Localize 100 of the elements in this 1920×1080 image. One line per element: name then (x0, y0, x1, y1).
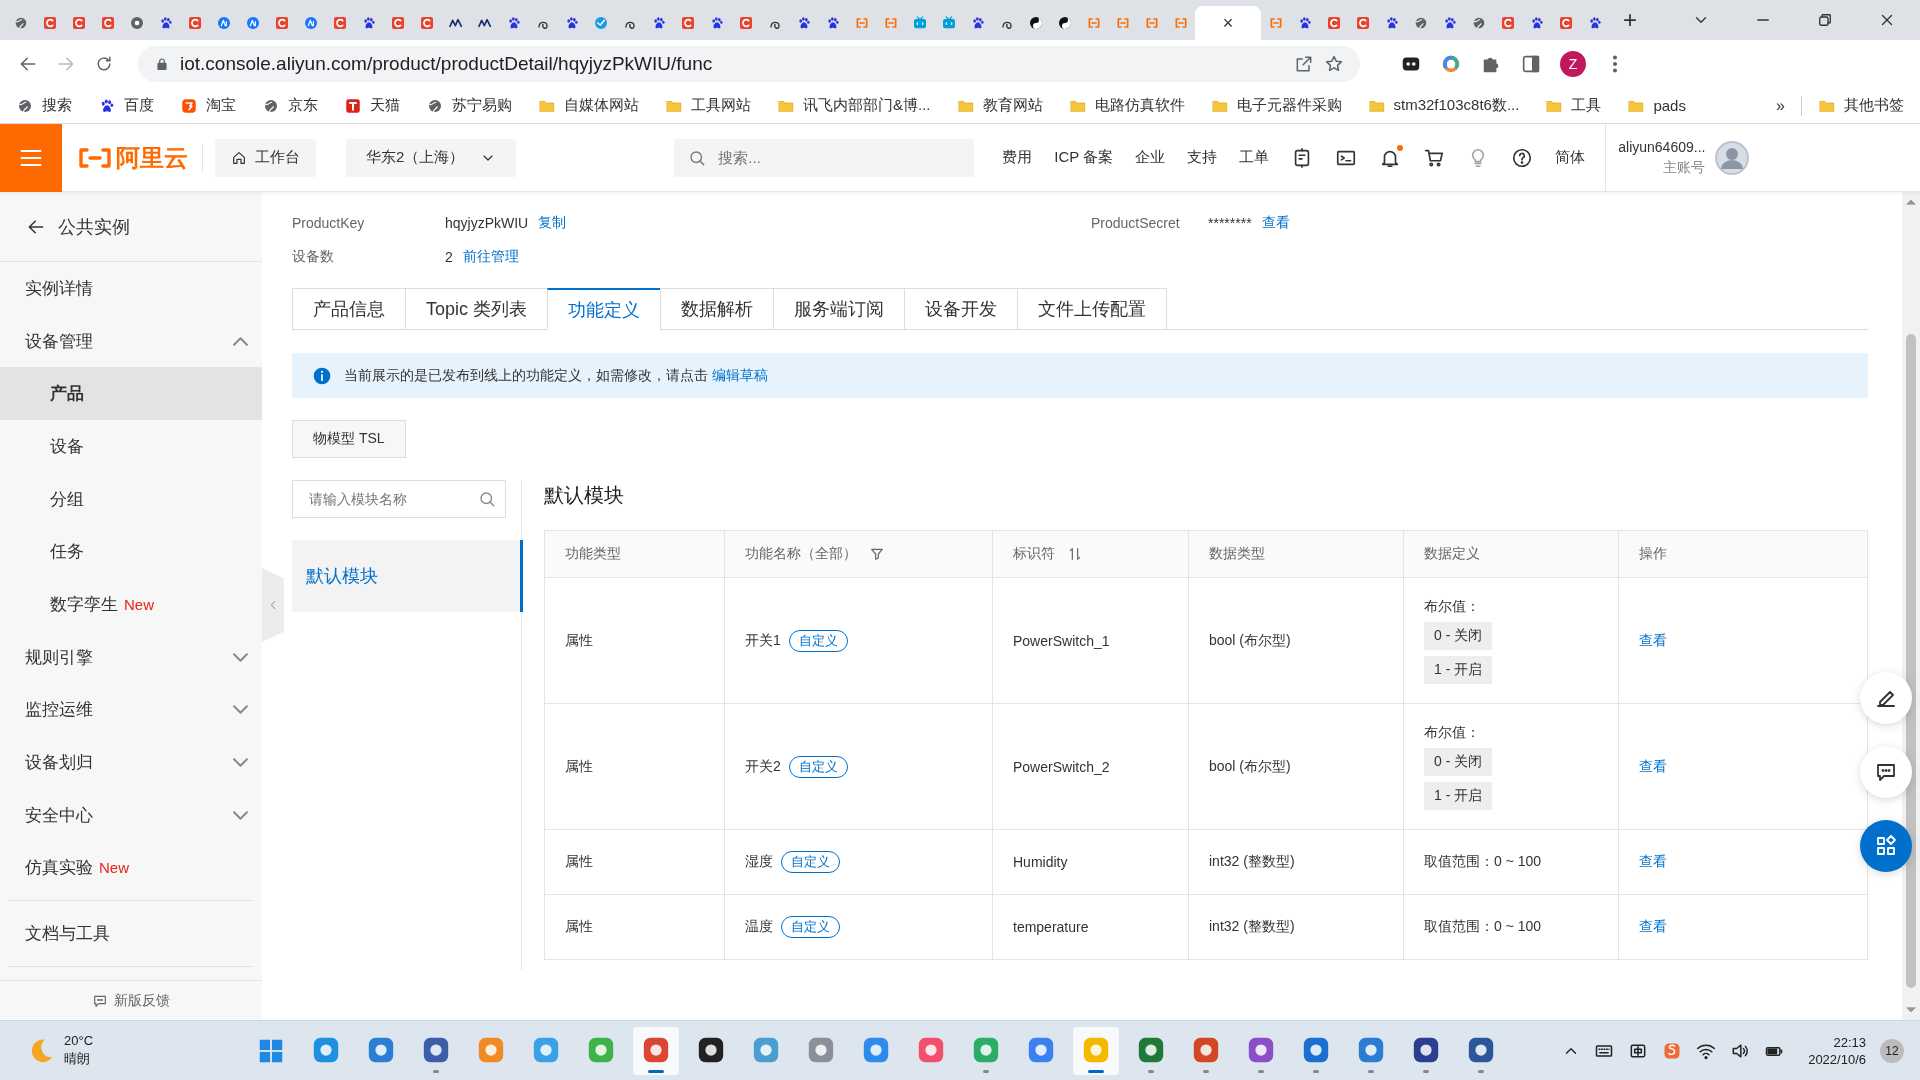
tab[interactable]: 数据解析 (660, 288, 774, 330)
view-link[interactable]: 查看 (1639, 918, 1667, 936)
nav-link[interactable]: 支持 (1187, 148, 1218, 167)
scrollbar-thumb[interactable] (1906, 334, 1916, 988)
sidebar-item[interactable]: 规则引擎 (0, 630, 262, 684)
filter-icon[interactable] (869, 546, 885, 562)
nav-link[interactable]: ICP 备案 (1054, 148, 1114, 167)
sidebar-item[interactable]: 监控运维 (0, 683, 262, 737)
ring-icon[interactable] (1440, 53, 1462, 75)
menu-button[interactable] (0, 123, 62, 192)
bookmark[interactable]: pads (1627, 96, 1686, 115)
module-search-field[interactable]: 请输入模块名称 (292, 480, 506, 518)
table-cell: Humidity (992, 830, 1188, 894)
bookmark[interactable]: 教育网站 (956, 96, 1043, 115)
notifications-button[interactable] (1379, 146, 1402, 169)
function-name: 开关2 (745, 757, 781, 776)
scrollbar[interactable] (1902, 192, 1920, 1020)
bookmark[interactable]: 电子元器件采购 (1210, 96, 1342, 115)
sidebar-item[interactable]: 任务 (0, 525, 262, 579)
tab[interactable]: 产品信息 (292, 288, 405, 330)
language-link[interactable]: 简体 (1555, 148, 1586, 167)
sidebar-item[interactable]: 分组 (0, 472, 262, 526)
edit-button[interactable] (1860, 672, 1912, 724)
bookmark[interactable]: 苏宁易购 (426, 96, 512, 115)
search-field[interactable]: 搜索... (674, 138, 975, 177)
view-link[interactable]: 查看 (1261, 214, 1290, 232)
manage-link[interactable]: 前往管理 (462, 248, 519, 266)
bookmark[interactable]: 自媒体网站 (538, 96, 639, 115)
column-header[interactable]: 标识符 (992, 531, 1188, 577)
value-chip: 1 - 开启 (1424, 655, 1493, 684)
column-header: 数据定义 (1403, 531, 1618, 577)
notification-count[interactable]: 12 (1880, 1038, 1904, 1063)
sidebar-item[interactable]: 安全中心 (0, 788, 262, 842)
profile-button[interactable]: Z (1560, 51, 1586, 77)
new-tab-button[interactable]: + (1617, 6, 1643, 34)
sidebar-item[interactable]: 仿真实验 New (0, 841, 262, 895)
edit-draft-link[interactable]: 编辑草稿 (711, 366, 768, 383)
help-icon[interactable] (1511, 146, 1534, 169)
sidebar-item[interactable]: 设备管理 (0, 314, 262, 368)
sidebar-item[interactable]: 文档与工具 (0, 907, 262, 960)
definition-label: 布尔值： (1424, 723, 1480, 742)
sidebar-item[interactable]: 实例详情 (0, 262, 262, 315)
bookmark[interactable]: 其他书签 (1818, 96, 1904, 115)
running-indicator (1088, 1069, 1104, 1073)
tsl-button[interactable]: 物模型 TSL (292, 420, 406, 458)
column-header[interactable]: 功能名称（全部） (724, 531, 992, 577)
tab[interactable]: Topic 类列表 (405, 288, 548, 330)
new-label: New (99, 859, 129, 877)
more-bookmarks-button[interactable]: » (1776, 96, 1785, 115)
weather-widget[interactable]: 20°C 晴朗 (26, 1033, 246, 1068)
view-link[interactable]: 查看 (1639, 631, 1667, 650)
bookmark[interactable]: 工具网站 (665, 96, 751, 115)
address-bar[interactable]: iot.console.aliyun.com/product/productDetail/hqyjyzPkWIU/func (138, 46, 1360, 82)
sidebar-item[interactable]: 产品 (0, 367, 262, 421)
nav-link[interactable]: 工单 (1239, 148, 1270, 167)
definition-text: 取值范围：0 ~ 100 (1424, 918, 1542, 936)
avatar[interactable] (1715, 140, 1750, 175)
bookmark[interactable]: 工具 (1545, 96, 1602, 115)
running-indicator (1148, 1069, 1154, 1073)
sidebar-item[interactable]: 数字孪生 New (0, 578, 262, 631)
view-link[interactable]: 查看 (1639, 757, 1667, 776)
region-select[interactable]: 华东2（上海） (346, 138, 517, 177)
search-icon (688, 148, 707, 167)
bookmark[interactable]: 百度 (98, 96, 154, 115)
sort-icon[interactable] (1067, 546, 1083, 562)
arc-logo-icon (737, 15, 754, 31)
bookmark[interactable]: 搜索 (16, 96, 72, 115)
tab[interactable]: 文件上传配置 (1017, 288, 1168, 330)
feedback-button[interactable] (1860, 746, 1912, 798)
bookmark[interactable]: 京东 (262, 96, 318, 115)
column-header: 功能类型 (564, 544, 622, 563)
workbench-button[interactable]: 工作台 (215, 138, 316, 177)
nav-link[interactable]: 费用 (1002, 148, 1033, 167)
star-icon[interactable] (1324, 54, 1344, 74)
tab[interactable]: 功能定义 (547, 288, 661, 330)
arc-logo-icon (186, 15, 203, 31)
bookmark[interactable]: 讯飞内部部门&博... (777, 96, 931, 115)
lock-icon (154, 56, 170, 72)
apps-button[interactable] (1860, 820, 1912, 872)
share-icon[interactable] (1294, 54, 1314, 74)
bookmark[interactable]: 天猫 (344, 96, 400, 115)
tab[interactable]: 设备开发 (904, 288, 1018, 330)
clock[interactable]: 22:13 2022/10/6 (1808, 1034, 1866, 1067)
bookmark[interactable]: 电路仿真软件 (1068, 96, 1185, 115)
bookmark[interactable]: 淘宝 (180, 96, 236, 115)
back-link[interactable]: 公共实例 (0, 192, 262, 262)
account-name[interactable]: aliyun64609... (1618, 138, 1706, 155)
copy-link[interactable]: 复制 (538, 214, 567, 232)
sidebar-item[interactable]: 设备划归 (0, 736, 262, 789)
bookmark[interactable]: stm32f103c8t6数... (1367, 96, 1520, 115)
side-panel-icon[interactable] (1520, 53, 1542, 75)
view-link[interactable]: 查看 (1639, 853, 1667, 871)
sidebar-item[interactable]: 设备 (0, 420, 262, 473)
tab[interactable]: 服务端订阅 (773, 288, 905, 330)
column-header: 数据类型 (1188, 531, 1403, 577)
restore-icon[interactable] (1816, 11, 1834, 29)
nav-link[interactable]: 企业 (1135, 148, 1166, 167)
browser-tab[interactable]: × (1195, 6, 1261, 40)
module-item[interactable]: 默认模块 (292, 540, 523, 612)
close-button[interactable]: × (1218, 12, 1238, 34)
